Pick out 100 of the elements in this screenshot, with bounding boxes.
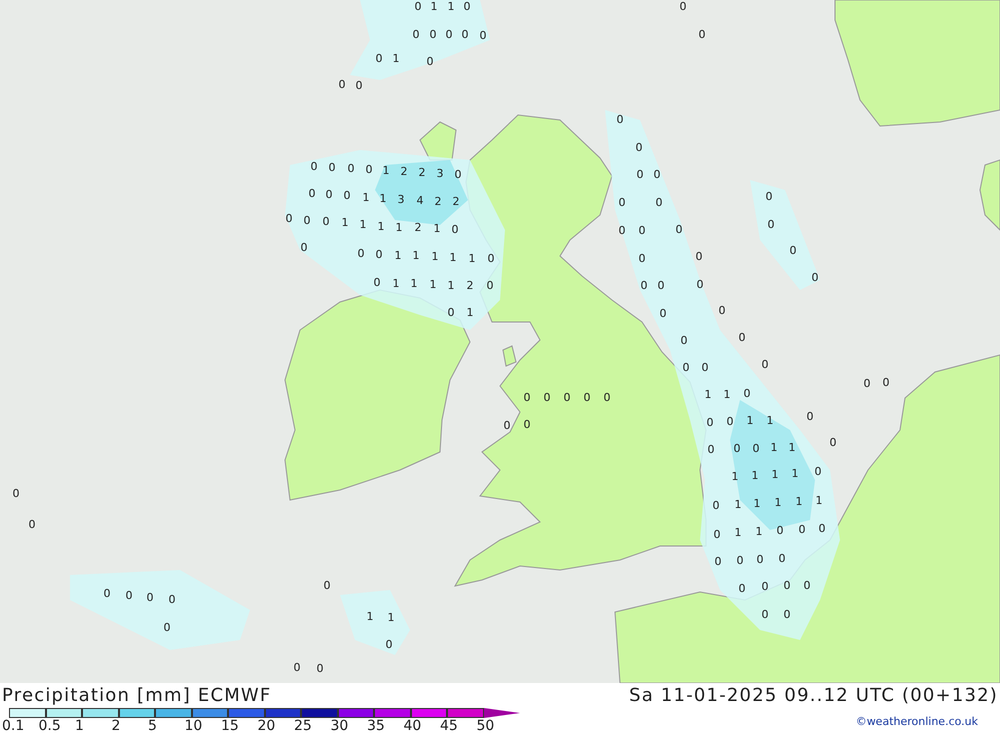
- precipitation-value: 1: [434, 222, 440, 235]
- precipitation-value: 1: [394, 249, 402, 262]
- precipitation-value: 0: [504, 419, 510, 432]
- precipitation-value: 1: [392, 52, 400, 65]
- precipitation-value: 1: [430, 0, 438, 13]
- precipitation-value: 0: [814, 465, 822, 478]
- legend-label: 50: [476, 718, 494, 733]
- precipitation-value: 0: [806, 410, 814, 423]
- precipitation-value: 1: [378, 220, 384, 233]
- precipitation-value: 0: [698, 28, 706, 41]
- precipitation-value: 3: [436, 167, 444, 180]
- precipitation-value: 0: [658, 279, 664, 292]
- precipitation-value: 0: [752, 442, 760, 455]
- precipitation-value: 2: [434, 195, 442, 208]
- precipitation-value: 0: [660, 307, 666, 320]
- precipitation-value: 0: [544, 391, 550, 404]
- precipitation-value: 0: [680, 334, 688, 347]
- precipitation-value: 0: [726, 415, 734, 428]
- precipitation-value: 1: [366, 610, 374, 623]
- precipitation-value: 0: [738, 331, 746, 344]
- precipitation-value: 1: [756, 525, 762, 538]
- map-title: Precipitation [mm] ECMWF: [2, 685, 272, 707]
- precipitation-value: 0: [784, 608, 790, 621]
- credit-link[interactable]: ©weatheronline.co.uk: [856, 715, 978, 728]
- precipitation-value: 0: [488, 252, 494, 265]
- precipitation-value: 2: [418, 166, 426, 179]
- precipitation-value: 0: [376, 52, 382, 65]
- legend-label: 35: [367, 718, 385, 733]
- precipitation-value: 0: [300, 241, 308, 254]
- valid-time: Sa 11-01-2025 09..12 UTC (00+132): [629, 685, 998, 707]
- precipitation-value: 1: [450, 251, 456, 264]
- precipitation-value: 0: [412, 28, 420, 41]
- precipitation-value: 0: [762, 358, 768, 371]
- precipitation-value: 0: [798, 523, 806, 536]
- precipitation-value: 0: [146, 591, 154, 604]
- precipitation-value: 0: [708, 443, 714, 456]
- precipitation-value: 1: [754, 497, 760, 510]
- precipitation-value: 0: [696, 278, 704, 291]
- precipitation-value: 1: [766, 414, 774, 427]
- precipitation-value: 1: [342, 216, 348, 229]
- precipitation-value: 1: [396, 221, 402, 234]
- precipitation-value: 0: [326, 188, 332, 201]
- precipitation-value: 0: [316, 662, 324, 675]
- precipitation-value: 0: [738, 582, 746, 595]
- precipitation-value: 4: [416, 194, 424, 207]
- precipitation-value: 1: [388, 611, 394, 624]
- precipitation-value: 0: [812, 271, 818, 284]
- precipitation-value: 0: [446, 28, 452, 41]
- precipitation-value: 0: [524, 391, 530, 404]
- precipitation-value: 1: [412, 249, 420, 262]
- precipitation-value: 0: [304, 214, 310, 227]
- precipitation-value: 1: [788, 441, 796, 454]
- precipitation-value: 0: [448, 306, 454, 319]
- precipitation-value: 0: [778, 552, 786, 565]
- precipitation-value: 0: [328, 161, 336, 174]
- precipitation-value: 0: [310, 160, 318, 173]
- precipitation-value: 1: [796, 495, 802, 508]
- precipitation-value: 0: [604, 391, 610, 404]
- precipitation-value: 1: [410, 277, 418, 290]
- precipitation-value: 0: [790, 244, 796, 257]
- precipitation-value: 0: [804, 579, 810, 592]
- precipitation-value: 0: [654, 168, 660, 181]
- precipitation-value: 0: [454, 168, 462, 181]
- precipitation-value: 0: [618, 196, 626, 209]
- precipitation-value: 0: [762, 580, 768, 593]
- precipitation-value: 1: [774, 496, 782, 509]
- legend-label: 15: [221, 718, 239, 733]
- precipitation-value: 0: [736, 554, 744, 567]
- precipitation-value: 1: [772, 468, 778, 481]
- precipitation-value: 0: [294, 661, 300, 674]
- precipitation-value: 0: [766, 190, 772, 203]
- precipitation-value: 0: [636, 168, 644, 181]
- precipitation-value: 0: [734, 442, 740, 455]
- legend-label: 5: [148, 718, 157, 733]
- precipitation-value: 0: [706, 416, 714, 429]
- precipitation-value: 1: [392, 277, 400, 290]
- precipitation-value: 0: [830, 436, 836, 449]
- precipitation-value: 0: [638, 224, 646, 237]
- precipitation-value: 1: [448, 0, 454, 13]
- precipitation-value: 1: [816, 494, 822, 507]
- precipitation-value: 0: [702, 361, 708, 374]
- legend-label: 1: [75, 718, 84, 733]
- precipitation-value: 0: [344, 189, 350, 202]
- precipitation-value: 0: [524, 418, 530, 431]
- precipitation-value: 0: [636, 141, 642, 154]
- legend-label: 45: [440, 718, 458, 733]
- precipitation-value: 0: [718, 304, 726, 317]
- legend-label: 0.5: [38, 718, 61, 733]
- precipitation-value: 0: [618, 224, 626, 237]
- precipitation-value: 1: [432, 250, 438, 263]
- precipitation-value: 0: [776, 524, 784, 537]
- precipitation-value: 0: [324, 579, 330, 592]
- precipitation-value: 0: [376, 248, 382, 261]
- legend-label: 2: [112, 718, 120, 733]
- legend-label: 25: [294, 718, 312, 733]
- precipitation-value: 1: [734, 498, 742, 511]
- precipitation-value: 0: [308, 187, 316, 200]
- precipitation-value: 1: [448, 279, 454, 292]
- precipitation-value: 0: [640, 279, 648, 292]
- precipitation-value: 0: [584, 391, 590, 404]
